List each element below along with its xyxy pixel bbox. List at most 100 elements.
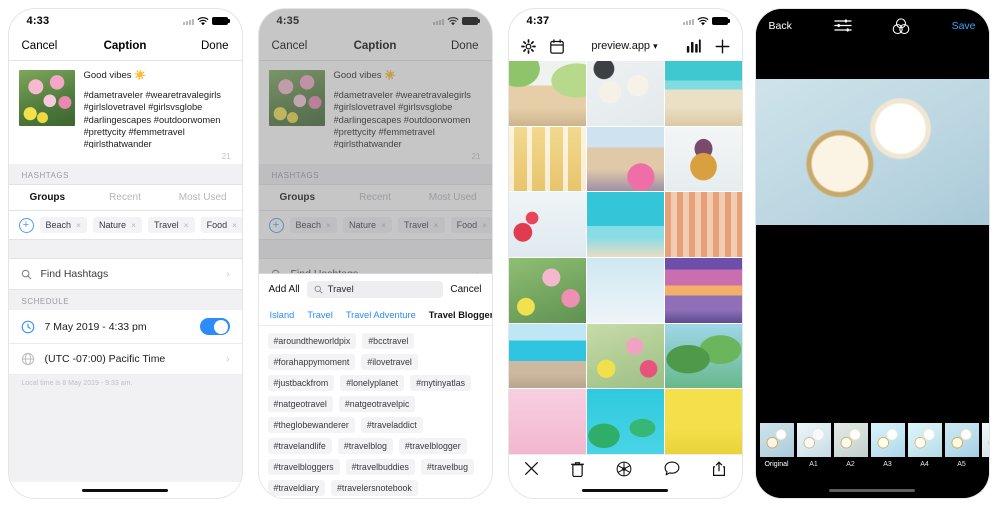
- hashtag-tag[interactable]: #traveladdict: [360, 417, 423, 434]
- chip-food[interactable]: Food ×: [200, 217, 242, 233]
- chip-travel[interactable]: Travel ×: [147, 217, 195, 233]
- feed-grid-cell[interactable]: [664, 61, 742, 126]
- feed-grid-cell[interactable]: [664, 323, 742, 389]
- filter-item[interactable]: Original: [759, 423, 794, 468]
- hashtag-tag[interactable]: #travelbuddies: [345, 459, 415, 476]
- feed-grid-cell[interactable]: [508, 389, 586, 454]
- group-tab-travel-adventure[interactable]: Travel Adventure: [346, 310, 416, 320]
- aperture-icon[interactable]: [616, 461, 632, 477]
- chip-beach[interactable]: Beach ×: [39, 217, 87, 233]
- feed-grid-cell[interactable]: [586, 192, 664, 257]
- feed-grid-cell[interactable]: [664, 192, 742, 257]
- hashtag-search-sheet: Add All Travel Cancel Island Travel Trav…: [258, 273, 492, 498]
- close-icon[interactable]: [524, 461, 539, 476]
- hashtag-tag[interactable]: #mytinyatlas: [410, 375, 472, 392]
- filter-item[interactable]: A6: [981, 423, 989, 468]
- hashtag-tag[interactable]: #travelbloggers: [267, 459, 340, 476]
- comment-icon[interactable]: [664, 461, 680, 476]
- panel-photo-editor-wrap: Back Save Original A1 A2 A3 A4 A5 A6: [750, 0, 994, 507]
- editor-tools: [792, 17, 952, 35]
- hashtag-tag[interactable]: #travelblogger: [398, 438, 467, 455]
- hashtag-tag[interactable]: #traveldiary: [267, 480, 325, 497]
- feed-grid-cell[interactable]: [664, 257, 742, 323]
- feed-grid-cell[interactable]: [586, 257, 664, 323]
- sheet-cancel-button[interactable]: Cancel: [450, 284, 481, 295]
- back-button[interactable]: Back: [769, 20, 792, 32]
- hashtag-tag[interactable]: #lonelyplanet: [340, 375, 405, 392]
- hashtag-tag[interactable]: #theglobewanderer: [267, 417, 355, 434]
- filter-item[interactable]: A2: [833, 423, 868, 468]
- feed-grid-cell[interactable]: [586, 323, 664, 389]
- feed-photo: [664, 323, 742, 389]
- hashtag-tag[interactable]: #travelandlife: [267, 438, 332, 455]
- feed-grid-cell[interactable]: [508, 61, 586, 126]
- add-all-button[interactable]: Add All: [269, 284, 300, 295]
- feed-photo: [586, 192, 664, 257]
- feed-grid-cell[interactable]: [508, 192, 586, 257]
- hashtag-tag[interactable]: #natgeotravel: [267, 396, 333, 413]
- group-tab-travel-blogger[interactable]: Travel Blogger: [429, 310, 492, 320]
- filter-item[interactable]: A3: [870, 423, 905, 468]
- feed-grid-cell[interactable]: [586, 389, 664, 454]
- cancel-button[interactable]: Cancel: [22, 40, 60, 52]
- trash-icon[interactable]: [571, 461, 585, 477]
- feed-photo: [586, 389, 664, 454]
- hashtag-tag[interactable]: #travelblog: [337, 438, 393, 455]
- feed-photo: [508, 257, 586, 323]
- hashtag-tag[interactable]: #bcctravel: [362, 333, 415, 350]
- caption-hashtags: #dametraveler #wearetravalegirls #girlsl…: [83, 90, 221, 148]
- search-input[interactable]: Travel: [306, 281, 444, 298]
- feed-grid-cell[interactable]: [664, 389, 742, 454]
- schedule-datetime-row[interactable]: 7 May 2019 - 4:33 pm: [8, 310, 242, 344]
- plus-icon[interactable]: [715, 39, 730, 54]
- close-icon[interactable]: ×: [184, 220, 189, 230]
- caption-card[interactable]: Good vibes ☀️ #dametraveler #wearetraval…: [8, 61, 242, 152]
- close-icon[interactable]: ×: [76, 220, 81, 230]
- group-tab-travel[interactable]: Travel: [307, 310, 333, 320]
- modal-dimmer[interactable]: [258, 9, 492, 281]
- close-icon[interactable]: ×: [131, 220, 136, 230]
- calendar-icon[interactable]: [549, 38, 564, 54]
- signal-icon: [182, 18, 194, 25]
- hashtag-tag[interactable]: #aroundtheworldpix: [267, 333, 357, 350]
- filter-item[interactable]: A1: [796, 423, 831, 468]
- hashtag-tag[interactable]: #justbackfrom: [267, 375, 335, 392]
- group-tab-island[interactable]: Island: [270, 310, 295, 320]
- feed-grid-cell[interactable]: [586, 126, 664, 192]
- search-icon: [21, 269, 31, 279]
- feed-grid-cell[interactable]: [508, 323, 586, 389]
- feed-grid-cell[interactable]: [664, 126, 742, 192]
- chip-nature[interactable]: Nature ×: [93, 217, 142, 233]
- tab-groups[interactable]: Groups: [9, 185, 87, 210]
- schedule-toggle[interactable]: [199, 318, 230, 335]
- feed-grid-cell[interactable]: [586, 61, 664, 126]
- filter-item[interactable]: A5: [944, 423, 979, 468]
- hashtag-tag[interactable]: #natgeotravelpic: [338, 396, 416, 413]
- schedule-timezone: (UTC -07:00) Pacific Time: [44, 353, 166, 365]
- filter-item[interactable]: A4: [907, 423, 942, 468]
- close-icon[interactable]: ×: [232, 220, 237, 230]
- hashtag-tag[interactable]: #travelbug: [420, 459, 474, 476]
- color-circles-icon[interactable]: [892, 17, 910, 35]
- post-thumbnail[interactable]: [18, 70, 75, 126]
- hashtag-tag[interactable]: #travelersnotebook: [330, 480, 418, 497]
- tab-recent[interactable]: Recent: [86, 185, 164, 210]
- tab-most-used[interactable]: Most Used: [164, 185, 242, 210]
- gear-icon[interactable]: [520, 38, 536, 54]
- filter-filmstrip[interactable]: Original A1 A2 A3 A4 A5 A6: [755, 420, 989, 482]
- schedule-timezone-row[interactable]: (UTC -07:00) Pacific Time ›: [8, 344, 242, 375]
- sliders-icon[interactable]: [834, 18, 852, 33]
- find-hashtags-row[interactable]: Find Hashtags ›: [8, 258, 242, 290]
- add-group-icon[interactable]: +: [18, 217, 34, 233]
- save-button[interactable]: Save: [952, 20, 976, 32]
- share-icon[interactable]: [712, 461, 726, 477]
- hashtag-tag[interactable]: #ilovetravel: [361, 354, 418, 371]
- hashtag-tag[interactable]: #forahappymoment: [267, 354, 356, 371]
- feed-grid-cell[interactable]: [508, 257, 586, 323]
- done-button[interactable]: Done: [191, 40, 229, 52]
- feed-grid-cell[interactable]: [508, 126, 586, 192]
- caption-text[interactable]: Good vibes ☀️ #dametraveler #wearetraval…: [84, 70, 232, 148]
- edited-photo[interactable]: [755, 79, 989, 225]
- bar-chart-icon[interactable]: [686, 39, 701, 53]
- account-switcher[interactable]: preview.app ▾: [578, 40, 672, 52]
